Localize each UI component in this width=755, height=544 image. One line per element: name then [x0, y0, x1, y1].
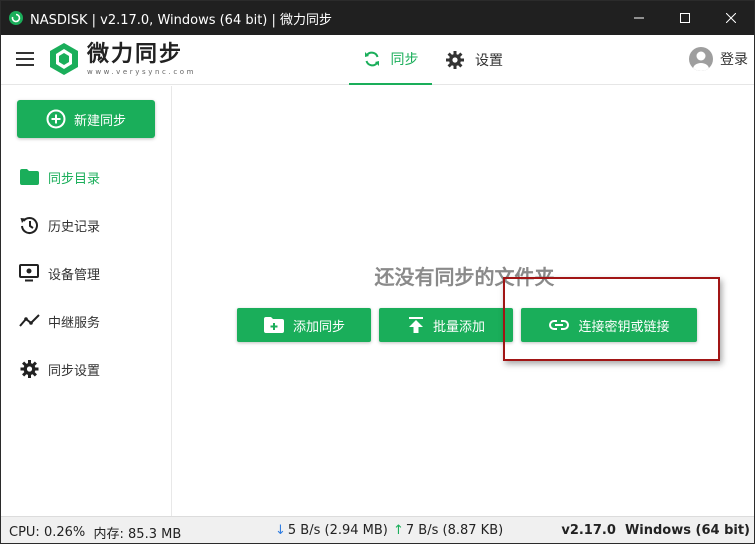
tab-sync-label: 同步 [390, 52, 419, 68]
sidebar-item-relay[interactable]: 中继服务 [19, 309, 100, 333]
close-button[interactable] [708, 1, 754, 35]
version: v2.17.0 [561, 523, 616, 538]
app-window: NASDISK | v2.17.0, Windows (64 bit) | 微力… [0, 0, 755, 544]
sidebar-item-sync-settings[interactable]: 同步设置 [19, 357, 100, 381]
cpu-usage: CPU: 0.26% [9, 525, 86, 540]
folder-add-icon [263, 317, 284, 333]
add-sync-button[interactable]: 添加同步 [237, 308, 371, 342]
add-circle-icon [46, 109, 66, 129]
gear-icon [446, 51, 464, 69]
sidebar: 新建同步 同步目录 历史记录 设备管理 中继服务 同步设置 [1, 86, 172, 516]
minimize-icon [634, 17, 644, 19]
batch-add-label: 批量添加 [432, 319, 485, 335]
title-bar: NASDISK | v2.17.0, Windows (64 bit) | 微力… [1, 1, 754, 35]
relay-icon [19, 314, 40, 327]
annotation-highlight-box [503, 277, 720, 361]
new-sync-button[interactable]: 新建同步 [17, 100, 155, 138]
sidebar-item-label: 同步目录 [48, 171, 101, 187]
add-sync-label: 添加同步 [292, 319, 345, 335]
tab-sync[interactable]: 同步 [349, 35, 432, 85]
close-icon [726, 13, 736, 23]
app-logo-icon [9, 11, 23, 25]
maximize-icon [680, 13, 690, 23]
platform: Windows (64 bit) [624, 523, 750, 538]
upload-arrow-icon: ↑ [393, 523, 404, 538]
tab-settings-label: 设置 [475, 53, 503, 69]
minimize-button[interactable] [616, 1, 662, 35]
upload-rate: ↑ 7 B/s (8.87 KB) [393, 523, 503, 538]
sidebar-item-label: 同步设置 [48, 363, 101, 379]
sync-icon [364, 51, 379, 67]
main-content: 还没有同步的文件夹 添加同步 批量添加 连接密钥或链接 [173, 86, 754, 516]
upload-rate-value: 7 B/s (8.87 KB) [405, 523, 504, 538]
memory-usage: 内存: 85.3 MB [93, 527, 182, 542]
maximize-button[interactable] [662, 1, 708, 35]
avatar-icon [689, 47, 713, 71]
login-button[interactable]: 登录 [689, 47, 748, 71]
version-info: v2.17.0 Windows (64 bit) [561, 523, 750, 538]
device-icon [19, 264, 39, 282]
download-arrow-icon: ↓ [275, 523, 286, 538]
sidebar-item-sync-folders[interactable]: 同步目录 [19, 165, 100, 189]
gear-icon [20, 360, 39, 378]
download-rate: ↓ 5 B/s (2.94 MB) [275, 523, 388, 538]
app-header: 微力同步 www.verysync.com 同步 设置 登录 [1, 35, 754, 85]
new-sync-label: 新建同步 [73, 113, 126, 129]
status-bar: CPU: 0.26% 内存: 85.3 MB ↓ 5 B/s (2.94 MB)… [1, 516, 754, 543]
window-title: NASDISK | v2.17.0, Windows (64 bit) | 微力… [30, 12, 333, 28]
brand: 微力同步 www.verysync.com [87, 43, 196, 77]
cpu-memory-readout: CPU: 0.26% 内存: 85.3 MB [9, 523, 181, 542]
upload-icon [408, 317, 423, 333]
window-controls [616, 1, 754, 35]
history-icon [20, 217, 38, 235]
sidebar-item-label: 设备管理 [48, 267, 101, 283]
sidebar-item-label: 中继服务 [48, 315, 101, 331]
menu-toggle-icon[interactable] [16, 52, 34, 66]
tab-settings[interactable]: 设置 [445, 35, 515, 85]
sidebar-item-label: 历史记录 [48, 219, 101, 235]
brand-name: 微力同步 [87, 42, 184, 67]
brand-logo-icon [50, 43, 78, 75]
batch-add-button[interactable]: 批量添加 [379, 308, 513, 342]
sidebar-item-history[interactable]: 历史记录 [19, 213, 100, 237]
folder-icon [20, 169, 39, 185]
sidebar-item-devices[interactable]: 设备管理 [19, 261, 100, 285]
brand-url: www.verysync.com [87, 68, 197, 76]
login-label: 登录 [720, 52, 748, 68]
download-rate-value: 5 B/s (2.94 MB) [287, 523, 388, 538]
